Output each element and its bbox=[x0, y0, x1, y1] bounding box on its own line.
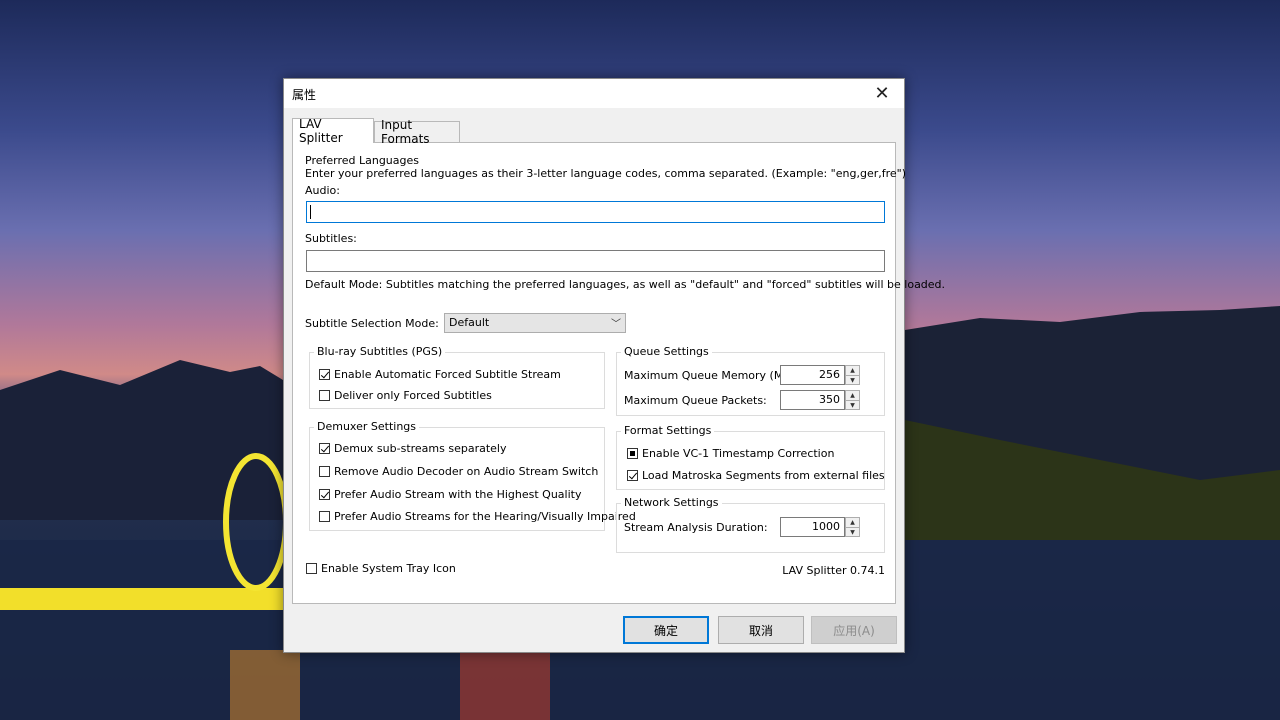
vc1-timestamp-checkbox[interactable]: Enable VC-1 Timestamp Correction bbox=[627, 447, 834, 460]
checkbox-indeterminate-icon bbox=[627, 448, 638, 459]
checkbox-label: Load Matroska Segments from external fil… bbox=[642, 469, 885, 482]
subtitle-selection-mode-label: Subtitle Selection Mode: bbox=[305, 317, 439, 330]
apply-button[interactable]: 应用(A) bbox=[811, 616, 897, 644]
queue-settings-group: Queue Settings Maximum Queue Memory (MB)… bbox=[616, 345, 885, 416]
format-settings-title: Format Settings bbox=[621, 424, 715, 437]
tab-lav-splitter[interactable]: LAV Splitter bbox=[292, 117, 374, 145]
stream-analysis-duration-input[interactable]: 1000 bbox=[780, 517, 845, 537]
tab-input-formats[interactable]: Input Formats bbox=[374, 118, 460, 146]
spin-up-icon[interactable]: ▲ bbox=[846, 391, 859, 400]
spinner-buttons: ▲ ▼ bbox=[845, 365, 860, 385]
checkbox-unchecked-icon bbox=[319, 390, 330, 401]
queue-packets-spinner[interactable]: 350 ▲ ▼ bbox=[780, 390, 860, 410]
properties-dialog: 属性 ✕ LAV Splitter Input Formats Preferre… bbox=[283, 78, 945, 653]
matroska-segments-checkbox[interactable]: Load Matroska Segments from external fil… bbox=[627, 469, 885, 482]
spin-down-icon[interactable]: ▼ bbox=[846, 527, 859, 537]
stream-analysis-duration-spinner[interactable]: 1000 ▲ ▼ bbox=[780, 517, 860, 537]
spinner-buttons: ▲ ▼ bbox=[845, 390, 860, 410]
checkbox-checked-icon bbox=[319, 489, 330, 500]
chevron-down-icon: ﹀ bbox=[611, 319, 621, 330]
spin-down-icon[interactable]: ▼ bbox=[846, 375, 859, 385]
tab-panel-lav-splitter: Preferred Languages Enter your preferred… bbox=[292, 142, 945, 604]
spin-up-icon[interactable]: ▲ bbox=[846, 518, 859, 527]
subtitles-label: Subtitles: bbox=[305, 232, 357, 245]
queue-settings-title: Queue Settings bbox=[621, 345, 712, 358]
checkbox-checked-icon bbox=[319, 369, 330, 380]
checkbox-label: Enable VC-1 Timestamp Correction bbox=[642, 447, 835, 460]
queue-packets-label: Maximum Queue Packets: bbox=[624, 394, 767, 407]
spin-down-icon[interactable]: ▼ bbox=[846, 400, 859, 410]
spin-up-icon[interactable]: ▲ bbox=[846, 366, 859, 375]
checkbox-checked-icon bbox=[319, 443, 330, 454]
queue-memory-label: Maximum Queue Memory (MB): bbox=[624, 369, 799, 382]
enable-forced-subtitle-checkbox[interactable]: Enable Automatic Forced Subtitle Stream bbox=[319, 368, 561, 381]
preferred-languages-header: Preferred Languages bbox=[305, 154, 420, 167]
system-tray-icon-checkbox[interactable]: Enable System Tray Icon bbox=[306, 562, 456, 575]
queue-memory-input[interactable]: 256 bbox=[780, 365, 845, 385]
audio-languages-input[interactable] bbox=[306, 201, 885, 223]
preferred-languages-description: Enter your preferred languages as their … bbox=[305, 167, 907, 180]
checkbox-label: Deliver only Forced Subtitles bbox=[334, 389, 492, 402]
demuxer-settings-group: Demuxer Settings Demux sub-streams separ… bbox=[309, 420, 636, 531]
text-caret bbox=[310, 205, 311, 219]
stream-analysis-duration-label: Stream Analysis Duration: bbox=[624, 521, 768, 534]
subtitle-mode-note: Default Mode: Subtitles matching the pre… bbox=[305, 278, 946, 291]
audio-label: Audio: bbox=[305, 184, 340, 197]
prefer-impaired-streams-checkbox[interactable]: Prefer Audio Streams for the Hearing/Vis… bbox=[319, 510, 636, 523]
checkbox-checked-icon bbox=[627, 470, 638, 481]
dialog-title: 属性 bbox=[292, 88, 317, 102]
checkbox-unchecked-icon bbox=[319, 511, 330, 522]
subtitle-languages-input[interactable] bbox=[306, 250, 885, 272]
subtitle-selection-mode-select[interactable]: Default ﹀ bbox=[444, 313, 626, 333]
network-settings-group: Network Settings Stream Analysis Duratio… bbox=[616, 496, 885, 553]
demux-substreams-checkbox[interactable]: Demux sub-streams separately bbox=[319, 442, 507, 455]
remove-audio-decoder-checkbox[interactable]: Remove Audio Decoder on Audio Stream Swi… bbox=[319, 465, 598, 478]
ok-button[interactable]: 确定 bbox=[623, 616, 709, 644]
checkbox-label: Remove Audio Decoder on Audio Stream Swi… bbox=[334, 465, 599, 478]
checkbox-label: Prefer Audio Streams for the Hearing/Vis… bbox=[334, 510, 636, 523]
deliver-forced-only-checkbox[interactable]: Deliver only Forced Subtitles bbox=[319, 389, 492, 402]
checkbox-unchecked-icon bbox=[319, 466, 330, 477]
bluray-subtitles-title: Blu-ray Subtitles (PGS) bbox=[314, 345, 446, 358]
checkbox-label: Enable Automatic Forced Subtitle Stream bbox=[334, 368, 561, 381]
network-settings-title: Network Settings bbox=[621, 496, 722, 509]
subtitle-selection-mode-value: Default bbox=[449, 316, 490, 329]
format-settings-group: Format Settings Enable VC-1 Timestamp Co… bbox=[616, 424, 885, 490]
prefer-highest-quality-checkbox[interactable]: Prefer Audio Stream with the Highest Qua… bbox=[319, 488, 581, 501]
spinner-buttons: ▲ ▼ bbox=[845, 517, 860, 537]
cancel-button[interactable]: 取消 bbox=[718, 616, 804, 644]
close-icon[interactable]: ✕ bbox=[860, 79, 904, 108]
checkbox-unchecked-icon bbox=[306, 563, 317, 574]
checkbox-label: Prefer Audio Stream with the Highest Qua… bbox=[334, 488, 582, 501]
demuxer-settings-title: Demuxer Settings bbox=[314, 420, 419, 433]
checkbox-label: Enable System Tray Icon bbox=[321, 562, 456, 575]
queue-packets-input[interactable]: 350 bbox=[780, 390, 845, 410]
bluray-subtitles-group: Blu-ray Subtitles (PGS) Enable Automatic… bbox=[309, 345, 605, 409]
dialog-titlebar: 属性 ✕ bbox=[284, 79, 904, 108]
version-label: LAV Splitter 0.74.1 bbox=[782, 564, 885, 577]
checkbox-label: Demux sub-streams separately bbox=[334, 442, 507, 455]
queue-memory-spinner[interactable]: 256 ▲ ▼ bbox=[780, 365, 860, 385]
